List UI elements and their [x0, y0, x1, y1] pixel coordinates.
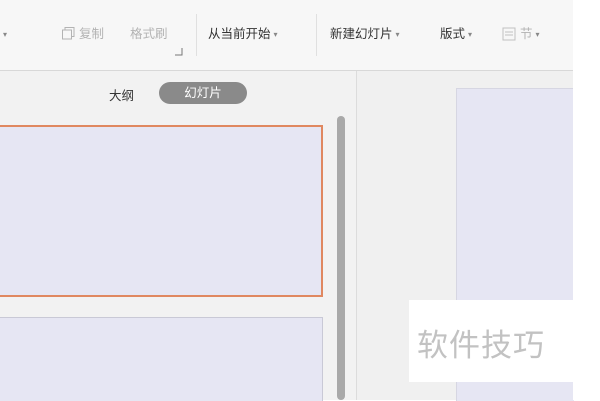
dropdown-caret-icon: ▾	[273, 29, 278, 39]
tab-outline[interactable]: 大纲	[109, 85, 134, 104]
play-from-current-label: 从当前开始	[208, 26, 271, 41]
partial-dropdown-caret[interactable]: ▾	[0, 24, 7, 44]
watermark-text: 软件技巧	[417, 328, 545, 364]
new-slide-button[interactable]: 新建幻灯片 ▾	[330, 24, 400, 44]
layout-button[interactable]: 版式 ▾	[440, 24, 472, 44]
watermark-overlay: 软件技巧	[409, 300, 573, 382]
window-edge	[573, 0, 600, 400]
dropdown-caret-icon: ▾	[535, 29, 540, 39]
dropdown-caret-icon: ▾	[395, 29, 400, 39]
new-slide-label: 新建幻灯片	[330, 26, 393, 41]
layout-label: 版式	[440, 26, 466, 41]
section-button[interactable]: 节 ▾	[520, 24, 540, 44]
ribbon-toolbar: ▾ 复制 格式刷 从当前开始 ▾ 新建幻灯片 ▾ 版式 ▾ 节 ▾	[0, 0, 573, 71]
thumbnail-scrollbar[interactable]	[337, 116, 345, 400]
dialog-launcher-icon[interactable]	[175, 48, 183, 56]
section-label: 节	[520, 26, 533, 41]
slide-thumbnail-selected[interactable]	[0, 125, 323, 297]
slide-thumbnail-panel: 大纲 幻灯片	[0, 71, 357, 401]
copy-button[interactable]: 复制	[79, 24, 104, 44]
toolbar-separator	[316, 14, 317, 56]
toolbar-separator	[196, 14, 197, 56]
play-from-current-button[interactable]: 从当前开始 ▾	[208, 24, 278, 44]
tab-slides[interactable]: 幻灯片	[159, 82, 247, 104]
slide-thumbnail[interactable]	[0, 317, 323, 401]
dropdown-caret-icon: ▾	[468, 29, 473, 39]
format-painter-button[interactable]: 格式刷	[130, 24, 168, 44]
dropdown-caret-icon: ▾	[3, 29, 8, 39]
section-icon	[502, 27, 516, 41]
copy-icon	[62, 27, 75, 40]
